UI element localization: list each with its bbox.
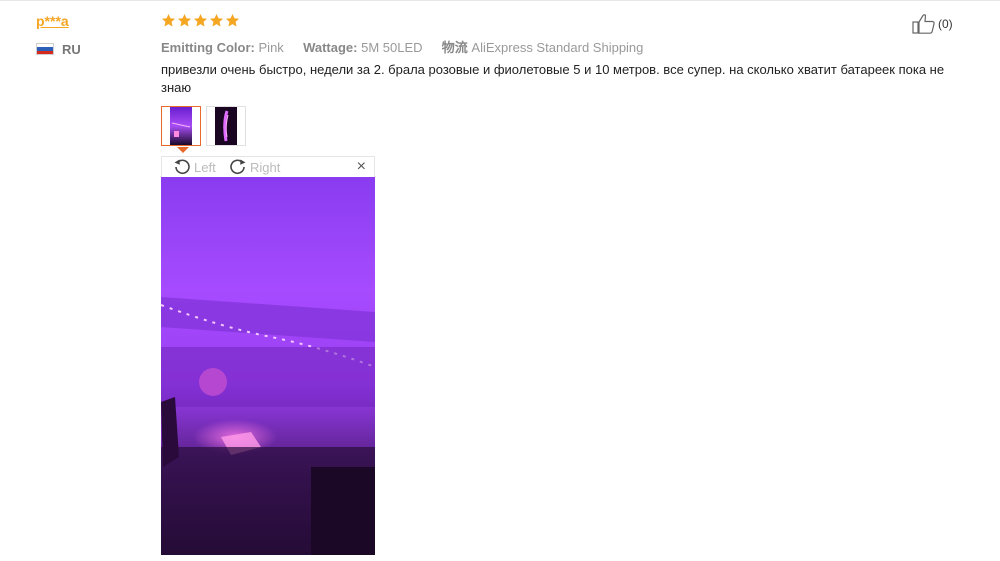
wattage-value: 5M 50LED <box>361 40 423 55</box>
russia-flag-icon <box>36 43 54 55</box>
review-photo <box>161 177 375 555</box>
top-divider <box>0 0 1000 1</box>
photo-thumbnails <box>161 106 246 146</box>
rotate-left-icon <box>174 159 190 175</box>
photo-thumbnail-1[interactable] <box>161 106 201 146</box>
helpful-button[interactable]: (0) <box>912 13 953 35</box>
country-code: RU <box>62 41 81 57</box>
wattage-label: Wattage: <box>303 40 358 55</box>
rotate-left-button[interactable]: Left <box>172 158 216 176</box>
order-attributes: Emitting Color: Pink Wattage: 5M 50LED 物… <box>161 37 643 56</box>
close-viewer-icon[interactable]: × <box>357 159 366 175</box>
helpful-count: (0) <box>938 17 953 31</box>
rotate-right-icon <box>230 159 246 175</box>
star-icon <box>209 13 224 27</box>
rotate-right-button[interactable]: Right <box>228 158 280 176</box>
star-icon <box>225 13 240 27</box>
reviewer-name-link[interactable]: p***a <box>36 13 69 29</box>
star-rating <box>161 13 240 28</box>
reviewer-country: RU <box>36 41 81 57</box>
active-thumbnail-indicator <box>177 147 189 153</box>
shipping-value: AliExpress Standard Shipping <box>471 40 644 55</box>
color-label: Emitting Color: <box>161 40 255 55</box>
star-icon <box>161 13 176 27</box>
photo-thumbnail-image <box>170 107 192 145</box>
photo-thumbnail-2[interactable] <box>206 106 246 146</box>
review-text: привезли очень быстро, недели за 2. брал… <box>161 62 945 95</box>
thumbs-up-icon <box>912 14 935 34</box>
star-icon <box>177 13 192 27</box>
shipping-label: 物流 <box>441 40 468 55</box>
rotate-right-label: Right <box>250 159 281 175</box>
photo-thumbnail-image <box>215 107 237 145</box>
star-icon <box>193 13 208 27</box>
photo-viewer-toolbar: Left Right × <box>161 156 375 177</box>
rotate-left-label: Left <box>194 159 216 175</box>
color-value: Pink <box>258 40 284 55</box>
